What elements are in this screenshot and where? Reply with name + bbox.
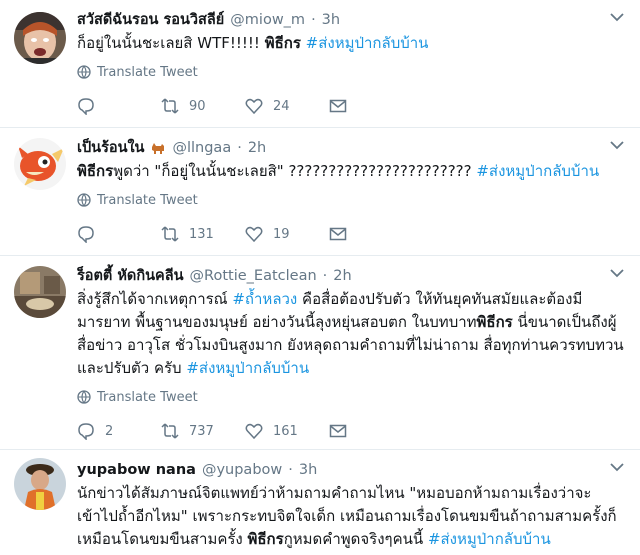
tweet-text-segment: กูหมดคำพูดจริงๆคนนี้ <box>283 530 428 548</box>
globe-icon <box>77 193 91 207</box>
display-name[interactable]: เป็นร้อนใน <box>77 138 144 158</box>
retweet-icon <box>161 98 179 114</box>
retweet-count: 131 <box>189 226 214 242</box>
direct-message-button[interactable] <box>329 225 413 243</box>
chevron-down-icon[interactable] <box>610 268 624 278</box>
tweet[interactable]: เป็นร้อนใน @llngaa · 2h พิธีกรพูดว่า "ก็… <box>0 128 640 256</box>
like-button[interactable]: 161 <box>245 422 329 440</box>
tweet-text: ก็อยู่ในนั้นชะเลยสิ WTF!!!!! พิธีกร #ส่ง… <box>77 32 624 55</box>
like-button[interactable]: 19 <box>245 225 329 243</box>
reply-button[interactable] <box>77 97 161 115</box>
display-name[interactable]: สวัสดีฉันรอน รอนวิสลีย์ <box>77 10 224 30</box>
avatar[interactable] <box>14 458 66 510</box>
envelope-icon <box>329 227 347 241</box>
translate-tweet-link[interactable]: Translate Tweet <box>77 388 624 406</box>
reply-icon <box>78 226 94 243</box>
tweet-text: พิธีกรพูดว่า "ก็อยู่ในนั้นชะเลยสิ" ?????… <box>77 160 624 183</box>
timestamp[interactable]: 2h <box>333 266 351 286</box>
timestamp[interactable]: 3h <box>299 460 317 480</box>
separator-dot: · <box>237 140 242 156</box>
translate-tweet-link[interactable]: Translate Tweet <box>77 63 624 81</box>
tweet-actions: 90 24 <box>77 95 624 117</box>
reply-count: 2 <box>105 423 114 439</box>
retweet-button[interactable]: 737 <box>161 422 245 440</box>
heart-icon <box>245 423 263 440</box>
reply-icon <box>78 98 94 115</box>
tweet-text-bold: พิธีกร <box>476 313 513 331</box>
chevron-down-icon[interactable] <box>610 12 624 22</box>
tweet-feed: สวัสดีฉันรอน รอนวิสลีย์ @miow_m · 3h ก็อ… <box>0 0 640 555</box>
translate-tweet-link[interactable]: Translate Tweet <box>77 191 624 209</box>
tweet-text-segment: สิ่งรู้สึกได้จากเหตุการณ์ <box>77 290 233 308</box>
globe-icon <box>77 65 91 79</box>
tweet-actions: 131 19 <box>77 223 624 245</box>
tweet-text-bold: พิธีกร <box>77 162 114 180</box>
hashtag-link[interactable]: #ส่งหมูป่ากลับบ้าน <box>428 530 551 548</box>
retweet-count: 737 <box>189 423 214 439</box>
like-count: 24 <box>273 98 290 114</box>
globe-icon <box>77 390 91 404</box>
user-handle[interactable]: @llngaa <box>172 138 231 158</box>
retweet-icon <box>161 423 179 439</box>
like-count: 19 <box>273 226 290 242</box>
retweet-button[interactable]: 131 <box>161 225 245 243</box>
hashtag-link[interactable]: #ส่งหมูป่ากลับบ้าน <box>186 359 309 377</box>
avatar[interactable] <box>14 138 66 190</box>
reply-button[interactable]: 2 <box>77 422 161 440</box>
envelope-icon <box>329 99 347 113</box>
retweet-button[interactable]: 90 <box>161 97 245 115</box>
display-name[interactable]: yupabow nana <box>77 460 196 480</box>
separator-dot: · <box>311 12 316 28</box>
hashtag-link[interactable]: #ถ้ำหลวง <box>232 290 297 308</box>
chevron-down-icon[interactable] <box>610 462 624 472</box>
avatar[interactable] <box>14 12 66 64</box>
reply-icon <box>78 423 94 440</box>
separator-dot: · <box>322 268 328 284</box>
translate-label: Translate Tweet <box>97 192 198 208</box>
tweet[interactable]: yupabow nana @yupabow · 3h นักข่าวได้สัม… <box>0 450 640 555</box>
translate-label: Translate Tweet <box>97 64 198 80</box>
retweet-icon <box>161 226 179 242</box>
like-count: 161 <box>273 423 298 439</box>
tweet-text: สิ่งรู้สึกได้จากเหตุการณ์ #ถ้ำหลวง คือสื… <box>77 288 624 380</box>
tweet-text: นักข่าวได้สัมภาษณ์จิตแพทย์ว่าห้ามถามคำถา… <box>77 482 624 551</box>
direct-message-button[interactable] <box>329 97 413 115</box>
reply-button[interactable] <box>77 225 161 243</box>
translate-label: Translate Tweet <box>97 389 198 405</box>
avatar[interactable] <box>14 266 66 318</box>
retweet-count: 90 <box>189 98 206 114</box>
tweet-text-bold: พิธีกร <box>247 530 284 548</box>
like-button[interactable]: 24 <box>245 97 329 115</box>
chevron-down-icon[interactable] <box>610 140 624 150</box>
timestamp[interactable]: 3h <box>322 10 340 30</box>
tweet-text-segment: ก็อยู่ในนั้นชะเลยสิ WTF!!!!! <box>77 34 265 52</box>
heart-icon <box>245 226 263 243</box>
hashtag-link[interactable]: #ส่งหมูป่ากลับบ้าน <box>476 162 599 180</box>
hashtag-link[interactable]: #ส่งหมูป่ากลับบ้าน <box>301 34 429 52</box>
direct-message-button[interactable] <box>329 422 413 440</box>
heart-icon <box>245 98 263 115</box>
tweet-actions: 2 737 161 <box>77 420 624 442</box>
user-handle[interactable]: @miow_m <box>230 10 305 30</box>
tweet[interactable]: ร็อตตี้ หัดกินคลีน @Rottie_Eatclean · 2h… <box>0 256 640 450</box>
separator-dot: · <box>288 462 293 478</box>
tweet-text-segment: พูดว่า "ก็อยู่ในนั้นชะเลยสิ" ???????????… <box>113 162 477 180</box>
user-handle[interactable]: @Rottie_Eatclean <box>190 266 317 286</box>
tweet[interactable]: สวัสดีฉันรอน รอนวิสลีย์ @miow_m · 3h ก็อ… <box>0 0 640 128</box>
display-name[interactable]: ร็อตตี้ หัดกินคลีน <box>77 266 184 286</box>
timestamp[interactable]: 2h <box>248 138 266 158</box>
user-handle[interactable]: @yupabow <box>202 460 282 480</box>
envelope-icon <box>329 424 347 438</box>
tweet-text-bold: พิธีกร <box>264 34 301 52</box>
dog-emoji <box>152 143 165 154</box>
